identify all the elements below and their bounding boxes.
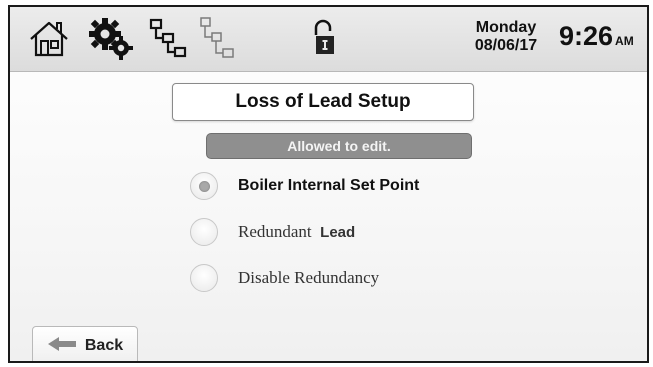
option-label: Disable Redundancy (238, 268, 380, 287)
edit-status-badge: Allowed to edit. (206, 133, 472, 159)
back-label: Back (84, 337, 124, 354)
home-icon[interactable] (28, 19, 70, 59)
top-bar: Monday 08/06/17 9:26 AM (10, 7, 647, 72)
option-label-bold: Lead (320, 224, 356, 241)
option-redundant-lead[interactable]: Redundant Lead (190, 216, 355, 248)
date-display: Monday 08/06/17 (465, 19, 547, 55)
radio-button-selected[interactable] (190, 172, 218, 200)
day-label: Monday (475, 19, 537, 36)
time-ampm: AM (615, 34, 634, 48)
option-label-prefix: Redundant (238, 222, 312, 241)
radio-button[interactable] (190, 218, 218, 246)
option-label: Boiler Internal Set Point (238, 177, 420, 194)
date-label: 08/06/17 (474, 37, 538, 54)
screen: Monday 08/06/17 9:26 AM Loss of Lead Setu… (8, 5, 649, 363)
radio-button[interactable] (190, 264, 218, 292)
back-arrow-icon (47, 336, 77, 357)
page-title: Loss of Lead Setup (172, 83, 474, 121)
option-disable-redundancy[interactable]: Disable Redundancy (190, 262, 379, 294)
network-secondary-icon[interactable] (198, 15, 238, 63)
lock-icon[interactable] (310, 19, 338, 59)
settings-gears-icon[interactable] (88, 17, 134, 61)
time-value: 9:26 (559, 21, 614, 51)
back-button[interactable]: Back (32, 326, 138, 361)
time-display: 9:26 AM (559, 21, 634, 52)
option-label: Redundant Lead (238, 222, 355, 242)
option-boiler-internal-set-point[interactable]: Boiler Internal Set Point (190, 170, 419, 202)
network-icon[interactable] (148, 17, 188, 61)
